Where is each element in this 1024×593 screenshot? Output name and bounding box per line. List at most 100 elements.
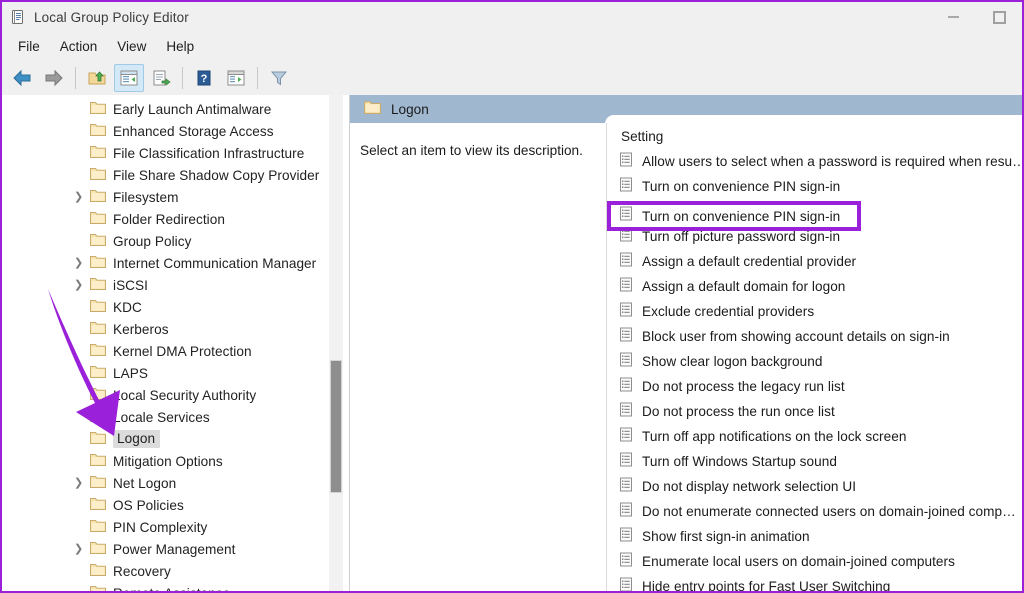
tree-item-net-logon[interactable]: ❯ Net Logon (2, 472, 349, 494)
local-group-policy-editor-window: Local Group Policy Editor File Action Vi… (0, 0, 1024, 593)
tree-item-file-share-shadow-copy-provider[interactable]: File Share Shadow Copy Provider (2, 164, 349, 186)
setting-row[interactable]: Assign a default credential provider (619, 249, 1022, 274)
policy-setting-icon (619, 427, 634, 447)
tree-vertical-scrollbar[interactable] (329, 95, 343, 591)
highlighted-setting-label: Turn on convenience PIN sign-in (642, 208, 841, 224)
setting-row[interactable]: Do not display network selection UI (619, 474, 1022, 499)
policy-setting-icon (619, 377, 634, 397)
maximize-icon (992, 10, 1006, 24)
folder-icon (90, 342, 106, 361)
tree-item-group-policy[interactable]: Group Policy (2, 230, 349, 252)
tree-item-pin-complexity[interactable]: PIN Complexity (2, 516, 349, 538)
tree-item-label: Kerberos (113, 321, 169, 337)
setting-row[interactable]: Exclude credential providers (619, 299, 1022, 324)
chevron-right-icon[interactable]: ❯ (74, 544, 84, 555)
setting-row[interactable]: Allow users to select when a password is… (619, 149, 1022, 174)
folder-icon (90, 430, 106, 449)
tree-item-mitigation-options[interactable]: Mitigation Options (2, 450, 349, 472)
settings-column-header[interactable]: Setting (619, 123, 1022, 149)
menu-file[interactable]: File (8, 36, 50, 57)
setting-row[interactable]: Enumerate local users on domain-joined c… (619, 549, 1022, 574)
setting-label: Block user from showing account details … (642, 329, 950, 344)
tree-item-folder-redirection[interactable]: Folder Redirection (2, 208, 349, 230)
tree-item-power-management[interactable]: ❯ Power Management (2, 538, 349, 560)
tree-item-label: Remote Assistance (113, 586, 230, 592)
tree-item-label: Power Management (113, 541, 236, 557)
toolbar: ? (2, 60, 1022, 95)
menu-view[interactable]: View (107, 36, 156, 57)
policy-setting-icon (619, 327, 634, 347)
menu-help[interactable]: Help (156, 36, 204, 57)
filter-button[interactable] (264, 64, 294, 92)
folder-icon (90, 166, 106, 185)
minimize-button[interactable] (930, 2, 976, 32)
setting-row[interactable]: Turn on convenience PIN sign-in (619, 174, 1022, 199)
folder-icon (90, 518, 106, 537)
setting-row[interactable]: Block user from showing account details … (619, 324, 1022, 349)
maximize-button[interactable] (976, 2, 1022, 32)
results-pane-title: Logon (391, 101, 429, 117)
tree-item-label: KDC (113, 299, 142, 315)
folder-icon (90, 254, 106, 273)
setting-row[interactable]: Hide entry points for Fast User Switchin… (619, 574, 1022, 591)
setting-label: Turn off picture password sign-in (642, 229, 841, 244)
tree-item-laps[interactable]: LAPS (2, 362, 349, 384)
setting-label: Exclude credential providers (642, 304, 815, 319)
tree-item-kdc[interactable]: KDC (2, 296, 349, 318)
tree-item-local-security-authority[interactable]: Local Security Authority (2, 384, 349, 406)
tree-item-filesystem[interactable]: ❯ Filesystem (2, 186, 349, 208)
folder-icon (90, 584, 106, 591)
filter-funnel-icon (270, 71, 288, 85)
setting-row[interactable]: Turn off app notifications on the lock s… (619, 424, 1022, 449)
help-button[interactable]: ? (189, 64, 219, 92)
tree-item-logon[interactable]: Logon (2, 428, 349, 450)
tree-item-kerberos[interactable]: Kerberos (2, 318, 349, 340)
toolbar-separator-1 (75, 66, 76, 89)
tree-item-os-policies[interactable]: OS Policies (2, 494, 349, 516)
tree-item-file-classification-infrastructure[interactable]: File Classification Infrastructure (2, 142, 349, 164)
setting-row[interactable]: Turn off Windows Startup sound (619, 449, 1022, 474)
menu-action[interactable]: Action (50, 36, 108, 57)
chevron-right-icon[interactable]: ❯ (74, 478, 84, 489)
setting-row[interactable]: Do not process the legacy run list (619, 374, 1022, 399)
back-button[interactable] (7, 64, 37, 92)
tree-item-early-launch-antimalware[interactable]: Early Launch Antimalware (2, 98, 349, 120)
tree-item-iscsi[interactable]: ❯ iSCSI (2, 274, 349, 296)
chevron-right-icon[interactable]: ❯ (74, 280, 84, 291)
show-hide-console-tree-button[interactable] (114, 63, 144, 92)
tree-item-label: Kernel DMA Protection (113, 343, 252, 359)
chevron-right-icon[interactable]: ❯ (74, 192, 84, 203)
setting-row[interactable]: Assign a default domain for logon (619, 274, 1022, 299)
up-one-level-button[interactable] (82, 64, 112, 92)
policy-setting-icon (619, 177, 634, 197)
setting-label: Show clear logon background (642, 354, 823, 369)
policy-setting-icon (619, 352, 634, 372)
export-list-button[interactable] (146, 64, 176, 92)
tree-item-label: Filesystem (113, 189, 179, 205)
toolbar-separator-3 (257, 66, 258, 89)
tree-item-locale-services[interactable]: Locale Services (2, 406, 349, 428)
tree-item-recovery[interactable]: Recovery (2, 560, 349, 582)
tree-item-kernel-dma-protection[interactable]: Kernel DMA Protection (2, 340, 349, 362)
folder-icon (90, 364, 106, 383)
settings-list: Setting Allow users to select when a pas… (607, 123, 1022, 591)
setting-label: Do not enumerate connected users on doma… (642, 504, 1016, 519)
tree-item-label: Local Security Authority (113, 387, 257, 403)
setting-label: Assign a default domain for logon (642, 279, 846, 294)
chevron-right-icon[interactable]: ❯ (74, 258, 84, 269)
tree-item-enhanced-storage-access[interactable]: Enhanced Storage Access (2, 120, 349, 142)
setting-row[interactable]: Do not enumerate connected users on doma… (619, 499, 1022, 524)
folder-icon (90, 298, 106, 317)
highlighted-setting-row[interactable]: Turn on convenience PIN sign-in (607, 201, 861, 231)
tree-item-internet-communication-manager[interactable]: ❯ Internet Communication Manager (2, 252, 349, 274)
tree-scrollbar-thumb[interactable] (330, 360, 342, 493)
forward-button[interactable] (39, 64, 69, 92)
policy-setting-icon (619, 277, 634, 297)
setting-row[interactable]: Show clear logon background (619, 349, 1022, 374)
folder-icon (90, 496, 106, 515)
show-action-pane-button[interactable] (221, 64, 251, 92)
setting-row[interactable]: Do not process the run once list (619, 399, 1022, 424)
tree-item-label: LAPS (113, 365, 148, 381)
setting-row[interactable]: Show first sign-in animation (619, 524, 1022, 549)
tree-item-remote-assistance[interactable]: Remote Assistance (2, 582, 349, 591)
